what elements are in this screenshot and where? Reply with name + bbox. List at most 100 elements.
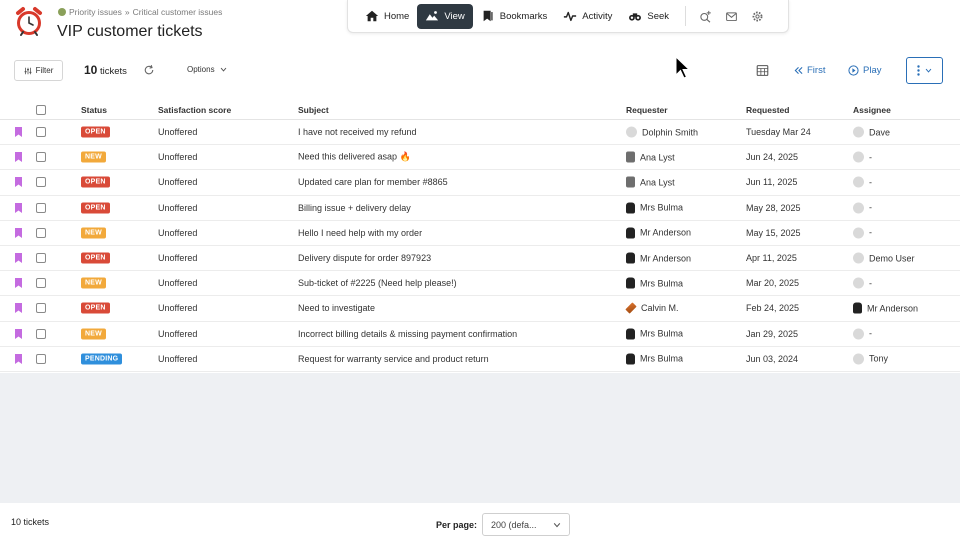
breadcrumb-parent[interactable]: Priority issues [69, 7, 122, 17]
column-header-assignee[interactable]: Assignee [853, 105, 891, 115]
ticket-subject-link[interactable]: Delivery dispute for order 897923 [298, 253, 431, 263]
ticket-subject-link[interactable]: Billing issue + delivery delay [298, 203, 411, 213]
row-checkbox[interactable] [36, 152, 46, 163]
bookmark-icon[interactable] [15, 253, 22, 264]
assignee[interactable]: - [853, 227, 872, 239]
settings-button[interactable] [744, 4, 770, 29]
table-row[interactable]: OPEN Unoffered Delivery dispute for order … [0, 246, 960, 272]
ticket-subject-link[interactable]: Hello I need help with my order [298, 228, 422, 238]
table-row[interactable]: NEW Unoffered Hello I need help with my or… [0, 221, 960, 246]
ticket-subject-link[interactable]: Request for warranty service and product… [298, 354, 489, 364]
nav-seek[interactable]: Seek [620, 4, 677, 29]
breadcrumb-current[interactable]: Critical customer issues [133, 7, 223, 17]
table-view-icon[interactable] [756, 64, 769, 77]
assignee[interactable]: - [853, 277, 872, 289]
chevron-down-icon [220, 67, 226, 72]
nav-divider [685, 6, 687, 26]
bookmark-icon[interactable] [15, 152, 22, 163]
select-all-checkbox[interactable] [36, 104, 46, 115]
gear-icon [752, 11, 762, 21]
status-badge: OPEN [81, 302, 110, 314]
nav-bookmarks[interactable]: Bookmarks [473, 4, 556, 29]
assignee[interactable]: Dave [853, 126, 890, 138]
ticket-subject-link[interactable]: Updated care plan for member #8865 [298, 177, 448, 187]
filter-button[interactable]: Filter [14, 60, 63, 81]
bookmark-icon[interactable] [15, 177, 22, 188]
bookmark-icon[interactable] [15, 278, 22, 289]
table-row[interactable]: PENDING Unoffered Request for warranty ser… [0, 347, 960, 372]
refresh-icon[interactable] [143, 64, 155, 76]
row-checkbox[interactable] [36, 202, 46, 213]
inbox-button[interactable] [718, 4, 744, 29]
satisfaction-score: Unoffered [158, 177, 198, 188]
table-row[interactable]: OPEN Unoffered Billing issue + delivery de… [0, 196, 960, 221]
row-checkbox[interactable] [36, 353, 46, 364]
nav-home[interactable]: Home [357, 4, 417, 29]
assignee[interactable]: Mr Anderson [853, 302, 918, 314]
requester[interactable]: Mrs Bulma [626, 202, 683, 214]
ticket-subject-link[interactable]: I have not received my refund [298, 127, 417, 137]
play-button[interactable]: Play [848, 65, 881, 76]
avatar [626, 227, 635, 239]
avatar [625, 302, 637, 315]
more-actions-button[interactable] [906, 57, 943, 84]
assignee[interactable]: Demo User [853, 252, 915, 264]
table-row[interactable]: OPEN Unoffered Need to investigate Calvin M… [0, 296, 960, 322]
assignee[interactable]: - [853, 176, 872, 188]
assignee-name: - [869, 177, 872, 188]
requester[interactable]: Dolphin Smith [626, 126, 698, 138]
ticket-subject-link[interactable]: Need to investigate [298, 303, 375, 313]
assignee[interactable]: Tony [853, 353, 888, 365]
assignee[interactable]: - [853, 202, 872, 214]
bookmark-icon[interactable] [15, 353, 22, 364]
status-badge: NEW [81, 277, 106, 289]
requester[interactable]: Mr Anderson [626, 227, 691, 239]
column-header-satisfaction[interactable]: Satisfaction score [158, 105, 231, 115]
row-checkbox[interactable] [36, 278, 46, 289]
table-row[interactable]: OPEN Unoffered Updated care plan for membe… [0, 170, 960, 196]
ticket-subject-link[interactable]: Incorrect billing details & missing paym… [298, 329, 517, 339]
options-dropdown[interactable]: Options [187, 65, 227, 74]
requester[interactable]: Calvin M. [625, 302, 679, 315]
requester[interactable]: Mrs Bulma [626, 328, 683, 340]
search-add-button[interactable] [692, 4, 718, 29]
requester[interactable]: Mrs Bulma [626, 277, 683, 289]
footer: 10 tickets Per page: 200 (defa... [0, 503, 960, 540]
table-row[interactable]: NEW Unoffered Need this delivered asap 🔥 An… [0, 145, 960, 171]
first-button[interactable]: First [794, 65, 825, 76]
row-checkbox[interactable] [36, 177, 46, 188]
requester[interactable]: Mr Anderson [626, 252, 691, 264]
assignee[interactable]: - [853, 328, 872, 340]
per-page-select[interactable]: 200 (defa... [482, 513, 570, 536]
footer-ticket-count: 10 tickets [11, 517, 50, 527]
nav-view[interactable]: View [417, 3, 473, 29]
ticket-subject-link[interactable]: Sub-ticket of #2225 (Need help please!) [298, 278, 457, 288]
nav-activity[interactable]: Activity [555, 4, 620, 29]
search-add-icon [699, 10, 711, 23]
requester[interactable]: Mrs Bulma [626, 353, 683, 365]
bookmark-icon[interactable] [15, 127, 22, 138]
column-header-subject[interactable]: Subject [298, 105, 329, 115]
row-checkbox[interactable] [36, 127, 46, 138]
row-checkbox[interactable] [36, 303, 46, 314]
row-checkbox[interactable] [36, 227, 46, 238]
column-header-requester[interactable]: Requester [626, 105, 668, 115]
bookmark-icon[interactable] [15, 202, 22, 213]
requested-date: Jun 24, 2025 [746, 152, 799, 163]
row-checkbox[interactable] [36, 253, 46, 264]
requester[interactable]: Ana Lyst [626, 176, 675, 188]
assignee[interactable]: - [853, 151, 872, 163]
column-header-requested[interactable]: Requested [746, 105, 789, 115]
avatar [626, 252, 635, 264]
bookmark-icon[interactable] [15, 328, 22, 339]
ticket-subject-link[interactable]: Need this delivered asap 🔥 [298, 152, 411, 163]
bookmark-icon[interactable] [15, 303, 22, 314]
row-checkbox[interactable] [36, 328, 46, 339]
bookmark-icon[interactable] [15, 227, 22, 238]
requester[interactable]: Ana Lyst [626, 151, 675, 163]
requested-date: Jun 03, 2024 [746, 353, 799, 364]
table-row[interactable]: NEW Unoffered Sub-ticket of #2225 (Need he… [0, 271, 960, 297]
table-row[interactable]: OPEN Unoffered I have not received my refu… [0, 120, 960, 146]
column-header-status[interactable]: Status [81, 105, 107, 115]
table-row[interactable]: NEW Unoffered Incorrect billing details & … [0, 322, 960, 347]
